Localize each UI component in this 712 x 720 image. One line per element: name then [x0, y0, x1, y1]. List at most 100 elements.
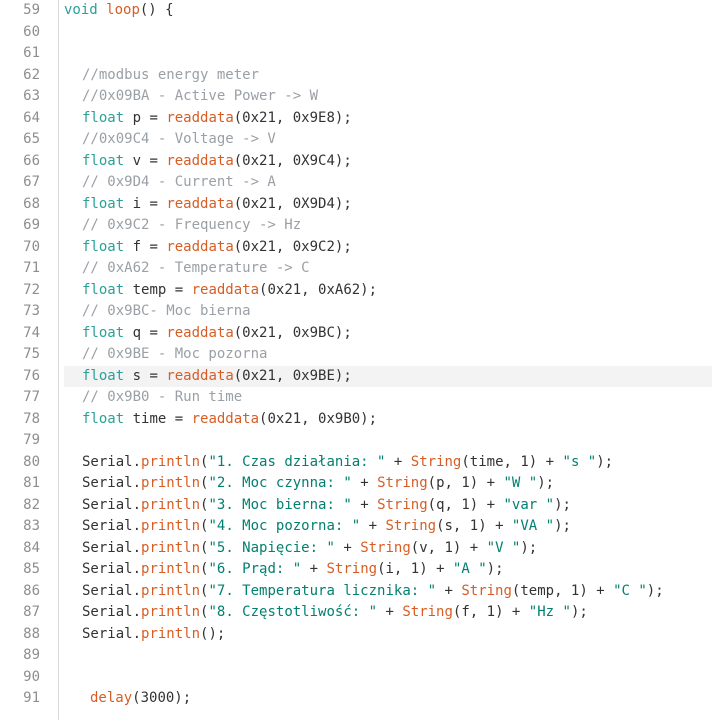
token-plain: Serial. [82, 475, 141, 491]
code-area[interactable]: void loop() { //modbus energy meter //0x09… [64, 0, 712, 710]
token-kw: float [82, 239, 124, 255]
token-plain: (0x21, 0x9BE); [234, 368, 352, 384]
token-str: "s " [563, 454, 597, 470]
token-com: // 0x9BE - Moc pozorna [82, 346, 267, 362]
code-line[interactable]: float i = readdata(0x21, 0X9D4); [64, 194, 712, 216]
token-fn: String [377, 475, 428, 491]
code-line[interactable]: // 0x9B0 - Run time [64, 387, 712, 409]
code-line[interactable]: //modbus energy meter [64, 65, 712, 87]
token-str: "8. Częstotliwość: " [208, 604, 377, 620]
code-line[interactable] [64, 43, 712, 65]
code-line[interactable]: Serial.println("3. Moc bierna: " + Strin… [64, 495, 712, 517]
code-line[interactable]: float s = readdata(0x21, 0x9BE); [64, 366, 712, 388]
token-plain: temp = [124, 282, 191, 298]
code-line[interactable]: //0x09BA - Active Power -> W [64, 86, 712, 108]
token-plain: Serial. [82, 626, 141, 642]
code-line[interactable]: float temp = readdata(0x21, 0xA62); [64, 280, 712, 302]
line-number: 65 [0, 129, 54, 151]
token-com: // 0xA62 - Temperature -> C [82, 260, 310, 276]
token-kw: float [82, 153, 124, 169]
token-kw: float [82, 196, 124, 212]
code-line[interactable]: Serial.println("1. Czas działania: " + S… [64, 452, 712, 474]
line-number: 59 [0, 0, 54, 22]
code-line[interactable]: float v = readdata(0x21, 0X9C4); [64, 151, 712, 173]
token-plain: ); [554, 518, 571, 534]
token-fn: println [141, 540, 200, 556]
code-line[interactable] [64, 430, 712, 452]
line-number: 82 [0, 495, 54, 517]
token-com: // 0x9D4 - Current -> A [82, 174, 276, 190]
code-line[interactable]: float f = readdata(0x21, 0x9C2); [64, 237, 712, 259]
token-fn: readdata [166, 368, 233, 384]
token-str: "7. Temperatura licznika: " [208, 583, 436, 599]
token-plain: (temp, 1) + [512, 583, 613, 599]
token-plain: + [360, 518, 385, 534]
token-plain: (p, 1) + [428, 475, 504, 491]
line-number: 80 [0, 452, 54, 474]
token-str: "W " [504, 475, 538, 491]
token-fn: String [402, 604, 453, 620]
token-plain: (0x21, 0X9C4); [234, 153, 352, 169]
code-line[interactable]: Serial.println("8. Częstotliwość: " + St… [64, 602, 712, 624]
token-plain: ); [520, 540, 537, 556]
token-plain: + [352, 497, 377, 513]
code-line[interactable]: // 0x9C2 - Frequency -> Hz [64, 215, 712, 237]
code-line[interactable]: // 0x9D4 - Current -> A [64, 172, 712, 194]
token-kw: float [82, 325, 124, 341]
token-plain: (q, 1) + [428, 497, 504, 513]
token-fn: println [141, 583, 200, 599]
token-plain: time = [124, 411, 191, 427]
token-plain: ); [487, 561, 504, 577]
line-number: 72 [0, 280, 54, 302]
code-line[interactable]: // 0x9BC- Moc bierna [64, 301, 712, 323]
code-line[interactable]: float p = readdata(0x21, 0x9E8); [64, 108, 712, 130]
code-line[interactable]: Serial.println("7. Temperatura licznika:… [64, 581, 712, 603]
token-plain: f = [124, 239, 166, 255]
code-line[interactable]: Serial.println("5. Napięcie: " + String(… [64, 538, 712, 560]
line-number: 90 [0, 667, 54, 689]
token-com: //modbus energy meter [82, 67, 259, 83]
code-line[interactable]: Serial.println(); [64, 624, 712, 646]
line-number: 81 [0, 473, 54, 495]
code-line[interactable]: Serial.println("2. Moc czynna: " + Strin… [64, 473, 712, 495]
code-line[interactable]: void loop() { [64, 0, 712, 22]
code-line[interactable]: float time = readdata(0x21, 0x9B0); [64, 409, 712, 431]
token-fn: readdata [192, 411, 259, 427]
token-fn: readdata [166, 153, 233, 169]
token-plain: i = [124, 196, 166, 212]
code-line[interactable]: // 0x9BE - Moc pozorna [64, 344, 712, 366]
token-str: "3. Moc bierna: " [208, 497, 351, 513]
code-line[interactable]: // 0xA62 - Temperature -> C [64, 258, 712, 280]
token-plain: Serial. [82, 454, 141, 470]
token-str: "V " [487, 540, 521, 556]
line-number: 74 [0, 323, 54, 345]
token-plain: (0x21, 0x9E8); [234, 110, 352, 126]
token-fn: println [141, 518, 200, 534]
token-fn: println [141, 475, 200, 491]
token-str: "A " [453, 561, 487, 577]
code-line[interactable]: Serial.println("4. Moc pozorna: " + Stri… [64, 516, 712, 538]
token-plain: (f, 1) + [453, 604, 529, 620]
code-line[interactable] [64, 667, 712, 689]
line-number: 76 [0, 366, 54, 388]
code-line[interactable]: float q = readdata(0x21, 0x9BC); [64, 323, 712, 345]
line-number: 84 [0, 538, 54, 560]
token-str: "var " [504, 497, 555, 513]
line-number: 77 [0, 387, 54, 409]
token-str: "VA " [512, 518, 554, 534]
token-plain: (0x21, 0xA62); [259, 282, 377, 298]
code-line[interactable] [64, 22, 712, 44]
line-number: 64 [0, 108, 54, 130]
token-fn: println [141, 561, 200, 577]
token-plain: (0x21, 0x9BC); [234, 325, 352, 341]
code-editor[interactable]: 5960616263646566676869707172737475767778… [0, 0, 712, 720]
code-line[interactable]: delay(3000); [64, 688, 712, 710]
code-line[interactable] [64, 645, 712, 667]
code-line[interactable]: Serial.println("6. Prąd: " + String(i, 1… [64, 559, 712, 581]
token-plain: (v, 1) + [411, 540, 487, 556]
token-fn: println [141, 626, 200, 642]
token-plain: + [352, 475, 377, 491]
token-kw: float [82, 110, 124, 126]
code-line[interactable]: //0x09C4 - Voltage -> V [64, 129, 712, 151]
line-number: 79 [0, 430, 54, 452]
